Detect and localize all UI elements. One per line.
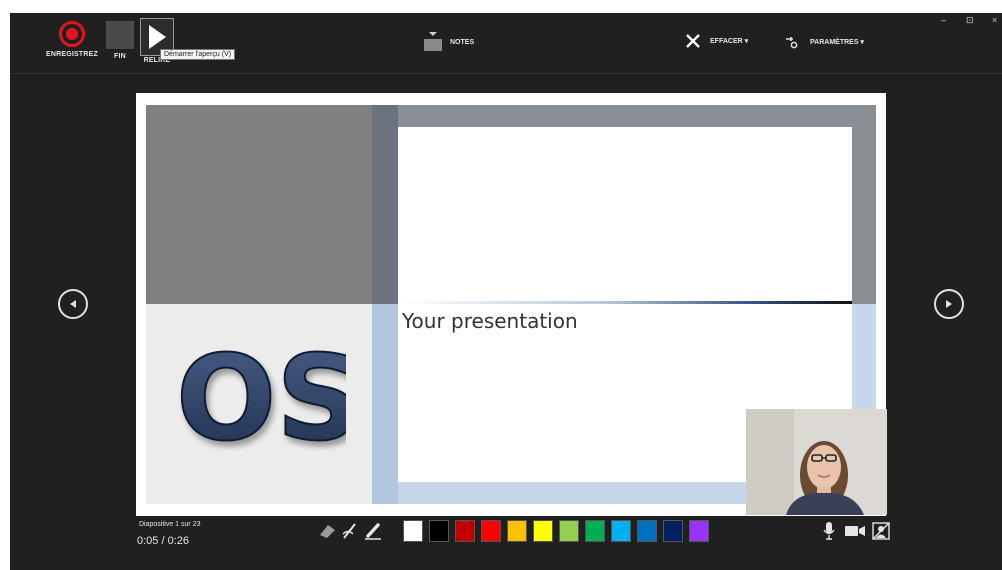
color-swatch-light-blue[interactable] — [611, 520, 631, 542]
slide-blue-strip — [372, 304, 398, 504]
settings-icon — [786, 37, 798, 49]
minimize-button[interactable]: – — [941, 15, 946, 25]
recording-window: ENREGISTREZ FIN RELIRE Démarrer l'aperçu… — [10, 13, 1002, 570]
slide-divider-line — [398, 301, 852, 304]
next-arrow-icon — [946, 300, 952, 308]
next-slide-button[interactable] — [934, 289, 964, 319]
stop-label: FIN — [114, 53, 126, 60]
settings-label: PARAMÈTRES ▾ — [810, 39, 864, 46]
eraser-icon — [320, 525, 335, 538]
erase-label: EFFACER ▾ — [710, 38, 749, 45]
record-button[interactable]: ENREGISTREZ — [46, 21, 98, 58]
slide-counter: Diapositive 1 sur 23 — [139, 521, 201, 528]
stop-button[interactable]: FIN — [106, 21, 134, 60]
color-swatch-dark-blue[interactable] — [663, 520, 683, 542]
color-swatch-purple[interactable] — [689, 520, 709, 542]
slide-gray-block — [146, 105, 372, 304]
slide-logo: OS — [176, 343, 346, 453]
person-avatar — [746, 409, 887, 515]
svg-text:OS: OS — [176, 343, 346, 453]
slide-dark-strip — [372, 105, 398, 304]
pen-tools — [317, 520, 386, 542]
highlighter-icon — [365, 523, 381, 540]
media-controls — [814, 520, 892, 542]
microphone-toggle[interactable] — [818, 520, 840, 542]
slide-top-bar — [398, 105, 876, 127]
camera-preview — [746, 409, 887, 515]
previous-arrow-icon — [70, 300, 76, 308]
pen-tool[interactable] — [340, 520, 360, 542]
color-swatch-white[interactable] — [403, 520, 423, 542]
color-swatch-dark-red[interactable] — [455, 520, 475, 542]
color-swatch-black[interactable] — [429, 520, 449, 542]
settings-button[interactable]: PARAMÈTRES ▾ — [784, 34, 864, 50]
pen-icon — [342, 523, 356, 539]
notes-icon — [424, 32, 442, 52]
highlighter-tool[interactable] — [363, 520, 383, 542]
replay-tooltip: Démarrer l'aperçu (V) — [160, 49, 236, 60]
close-x-icon — [686, 34, 700, 48]
record-icon — [58, 21, 85, 47]
camera-icon — [845, 526, 865, 536]
stop-icon — [106, 21, 134, 49]
camera-preview-toggle[interactable] — [870, 520, 892, 542]
close-button[interactable]: × — [992, 15, 997, 25]
slide-white-top — [398, 127, 852, 302]
recording-timer: 0:05 / 0:26 — [137, 535, 189, 547]
color-swatch-yellow[interactable] — [533, 520, 553, 542]
slide-right-bar — [852, 127, 876, 304]
previous-slide-button[interactable] — [58, 289, 88, 319]
record-label: ENREGISTREZ — [46, 51, 98, 58]
color-swatch-light-green[interactable] — [559, 520, 579, 542]
color-swatch-green[interactable] — [585, 520, 605, 542]
erase-button[interactable]: EFFACER ▾ — [686, 34, 748, 48]
color-swatch-orange[interactable] — [507, 520, 527, 542]
color-palette — [403, 520, 715, 542]
camera-toggle[interactable] — [844, 520, 866, 542]
camera-preview-icon — [872, 522, 890, 540]
restore-button[interactable]: ⊡ — [966, 15, 974, 26]
microphone-icon — [823, 522, 835, 540]
color-swatch-red[interactable] — [481, 520, 501, 542]
color-swatch-blue[interactable] — [637, 520, 657, 542]
slide-title: Your presentation — [402, 309, 578, 333]
eraser-tool[interactable] — [317, 520, 337, 542]
notes-button[interactable]: NOTES — [424, 32, 474, 52]
top-toolbar: ENREGISTREZ FIN RELIRE Démarrer l'aperçu… — [10, 13, 1002, 74]
notes-label: NOTES — [450, 38, 475, 46]
